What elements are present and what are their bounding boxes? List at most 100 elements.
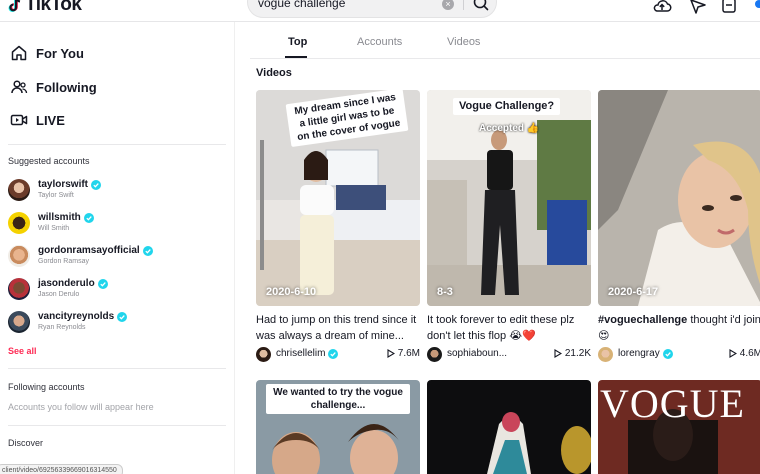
video-author[interactable]: sophiaboun... xyxy=(447,348,507,359)
clear-search-icon[interactable]: × xyxy=(442,0,454,10)
verified-badge-icon xyxy=(328,348,339,359)
video-views: 7.6M xyxy=(387,348,420,359)
video-frame-stage xyxy=(427,380,591,474)
tiktok-logo[interactable]: TikTok xyxy=(8,0,82,16)
author-username: lorengray xyxy=(618,348,660,359)
video-thumbnail-6[interactable]: VOGUE xyxy=(598,380,760,474)
inbox-icon[interactable] xyxy=(719,0,739,16)
sidebar: For You Following LIVE Suggested account… xyxy=(0,22,235,474)
people-icon xyxy=(11,80,28,94)
tab-accounts[interactable]: Accounts xyxy=(357,36,402,48)
account-display-name: Will Smith xyxy=(38,225,70,232)
view-count: 4.6M xyxy=(739,348,760,359)
video-thumbnail-4[interactable]: We wanted to try the vogue challenge... xyxy=(256,380,420,474)
tiktok-note-icon xyxy=(8,0,21,12)
discover-heading: Discover xyxy=(8,438,44,448)
play-icon xyxy=(554,349,562,358)
avatar xyxy=(8,311,30,333)
upload-icon[interactable] xyxy=(652,0,672,16)
video-meta: sophiaboun... 21.2K xyxy=(427,345,591,363)
account-username: vancityreynolds xyxy=(38,311,128,322)
video-author[interactable]: chrisellelim xyxy=(276,348,339,359)
username-text: willsmith xyxy=(38,212,81,223)
video-caption[interactable]: #voguechallenge thought i'd join 😍 xyxy=(598,312,760,344)
emoji: 😍 xyxy=(598,330,610,342)
suggested-account-gordonramsayofficial[interactable]: gordonramsayofficial Gordon Ramsay xyxy=(8,242,228,270)
nav-label: Following xyxy=(36,79,97,95)
suggested-account-vancityreynolds[interactable]: vancityreynolds Ryan Reynolds xyxy=(8,308,228,336)
video-frame-portrait xyxy=(598,90,760,306)
video-views: 4.6M xyxy=(729,348,760,359)
status-url-preview: client/video/69256339669016314550 xyxy=(0,464,123,474)
video-meta: lorengray 4.6M xyxy=(598,345,760,363)
nav-following[interactable]: Following xyxy=(10,75,97,99)
verified-badge-icon xyxy=(83,212,94,223)
search-icon[interactable] xyxy=(470,0,492,13)
suggested-account-jasonderulo[interactable]: jasonderulo Jason Derulo xyxy=(8,275,228,303)
search-bar[interactable]: vogue challenge × xyxy=(247,0,497,18)
author-avatar[interactable] xyxy=(598,347,613,362)
account-username: jasonderulo xyxy=(38,278,108,289)
video-thumbnail-5[interactable] xyxy=(427,380,591,474)
video-date: 2020-6-17 xyxy=(608,286,659,298)
author-avatar[interactable] xyxy=(256,347,271,362)
author-avatar[interactable] xyxy=(427,347,442,362)
author-username: sophiaboun... xyxy=(447,348,508,359)
nav-label: LIVE xyxy=(36,112,65,128)
magazine-masthead: VOGUE xyxy=(600,381,745,426)
following-accounts-heading: Following accounts xyxy=(8,382,85,392)
verified-badge-icon xyxy=(662,348,673,359)
username-text: taylorswift xyxy=(38,179,89,190)
video-date: 8-3 xyxy=(437,286,453,298)
sidebar-divider xyxy=(8,144,226,145)
caption-hashtag[interactable]: #voguechallenge xyxy=(598,314,687,326)
tab-top[interactable]: Top xyxy=(288,36,307,48)
avatar xyxy=(8,245,30,267)
videos-section-heading: Videos xyxy=(256,67,292,79)
avatar xyxy=(8,179,30,201)
tab-videos[interactable]: Videos xyxy=(447,36,480,48)
suggested-account-willsmith[interactable]: willsmith Will Smith xyxy=(8,209,228,237)
tabs-divider xyxy=(250,58,760,59)
username-text: vancityreynolds xyxy=(38,311,115,322)
sidebar-divider xyxy=(8,425,226,426)
video-date: 2020-6-10 xyxy=(266,286,317,298)
username-text: gordonramsayofficial xyxy=(38,245,140,256)
search-divider xyxy=(463,0,464,10)
video-overlay-caption: We wanted to try the vogue challenge... xyxy=(266,384,410,414)
search-input[interactable]: vogue challenge xyxy=(258,0,345,10)
live-icon xyxy=(10,114,28,126)
video-views: 21.2K xyxy=(554,348,591,359)
send-icon[interactable] xyxy=(688,0,708,16)
suggested-accounts-heading: Suggested accounts xyxy=(8,156,90,166)
suggested-account-taylorswift[interactable]: taylorswift Taylor Swift xyxy=(8,176,228,204)
video-thumbnail-1[interactable]: My dream since I was a little girl was t… xyxy=(256,90,420,306)
video-thumbnail-3[interactable]: 2020-6-17 xyxy=(598,90,760,306)
see-all-link[interactable]: See all xyxy=(8,346,37,356)
verified-badge-icon xyxy=(142,245,153,256)
account-display-name: Jason Derulo xyxy=(38,291,80,298)
video-caption[interactable]: Had to jump on this trend since it was a… xyxy=(256,312,424,344)
video-overlay-caption: Vogue Challenge? xyxy=(453,98,561,115)
video-thumbnail-2[interactable]: Vogue Challenge? Accepted 👍 8-3 xyxy=(427,90,591,306)
sidebar-divider xyxy=(8,368,226,369)
account-display-name: Ryan Reynolds xyxy=(38,324,86,331)
caption-text: thought i'd join xyxy=(687,314,760,326)
logo-text: TikTok xyxy=(25,0,82,15)
account-username: taylorswift xyxy=(38,179,102,190)
nav-for-you[interactable]: For You xyxy=(10,41,84,65)
video-overlay-subcaption: Accepted 👍 xyxy=(479,123,540,134)
home-icon xyxy=(11,45,27,61)
verified-badge-icon xyxy=(117,311,128,322)
verified-badge-icon xyxy=(97,278,108,289)
following-accounts-hint: Accounts you follow will appear here xyxy=(8,402,154,412)
video-author[interactable]: lorengray xyxy=(618,348,673,359)
account-display-name: Gordon Ramsay xyxy=(38,258,89,265)
profile-avatar[interactable] xyxy=(755,0,760,8)
video-caption[interactable]: It took forever to edit these plz don't … xyxy=(427,312,595,344)
top-bar: TikTok vogue challenge × xyxy=(0,0,760,22)
nav-live[interactable]: LIVE xyxy=(10,108,65,132)
author-username: chrisellelim xyxy=(276,348,326,359)
account-username: willsmith xyxy=(38,212,94,223)
view-count: 21.2K xyxy=(564,348,591,359)
